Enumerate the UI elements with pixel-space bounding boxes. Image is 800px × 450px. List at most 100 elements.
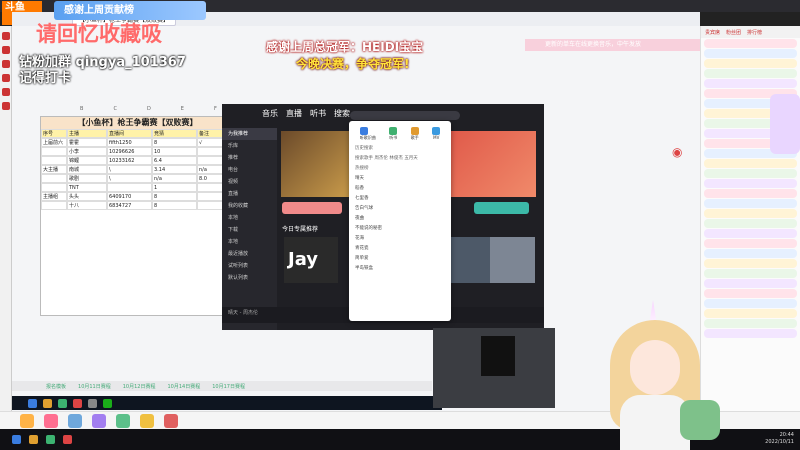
- book-icon[interactable]: [389, 127, 398, 135]
- tool-icon[interactable]: [2, 102, 10, 110]
- chat-tab[interactable]: 粉丝团: [726, 29, 741, 36]
- app-icon[interactable]: [88, 398, 97, 408]
- history-tag[interactable]: 五月天: [404, 156, 418, 161]
- sheet-tab[interactable]: 报名模板: [42, 382, 70, 391]
- sheet-cell[interactable]: 10233162: [107, 156, 152, 165]
- sidebar-item[interactable]: 视频: [222, 176, 277, 188]
- hot-item[interactable]: 告白气球: [349, 203, 451, 213]
- sidebar-item[interactable]: 为我推荐: [222, 128, 277, 140]
- sheet-cell[interactable]: 主播: [67, 129, 107, 138]
- chat-tab[interactable]: 排行榜: [747, 29, 762, 36]
- sheet-cell[interactable]: 头头: [67, 192, 107, 201]
- sheet-cell[interactable]: 十八: [67, 201, 107, 210]
- banner-image[interactable]: [450, 131, 536, 197]
- sheet-cell[interactable]: 锦鲤: [67, 156, 107, 165]
- sheet-tab[interactable]: 10月11日赛程: [74, 382, 115, 391]
- gift-icon[interactable]: [68, 414, 82, 428]
- hot-item[interactable]: 七里香: [349, 193, 451, 203]
- sheet-cell[interactable]: 3.14: [152, 165, 197, 174]
- sheet-cell[interactable]: 8: [152, 192, 197, 201]
- sheet-cell[interactable]: 上届前六: [41, 138, 67, 147]
- sheet-cell[interactable]: [41, 147, 67, 156]
- sidebar-item[interactable]: 本地: [222, 236, 277, 248]
- tool-icon[interactable]: [2, 60, 10, 68]
- sheet-cell[interactable]: 8: [152, 201, 197, 210]
- sidebar-item[interactable]: 最近播放: [222, 248, 277, 260]
- app-icon[interactable]: [29, 435, 38, 444]
- sidebar-item[interactable]: 本地: [222, 212, 277, 224]
- music-tab[interactable]: 直播: [286, 108, 302, 119]
- hot-item[interactable]: 花海: [349, 233, 451, 243]
- video-icon[interactable]: [432, 127, 441, 135]
- app-icon[interactable]: [73, 398, 82, 408]
- sheet-cell[interactable]: 10: [152, 147, 197, 156]
- music-search-input[interactable]: [350, 111, 460, 120]
- sidebar-item[interactable]: 下载: [222, 224, 277, 236]
- sheet-cell[interactable]: 序号: [41, 129, 67, 138]
- sheet-cell[interactable]: TNT: [67, 183, 107, 192]
- sheet-cell[interactable]: n/a: [152, 174, 197, 183]
- sidebar-item[interactable]: 试听列表: [222, 260, 277, 272]
- sidebar-item[interactable]: 我的收藏: [222, 200, 277, 212]
- tool-icon[interactable]: [2, 46, 10, 54]
- recognize-icon[interactable]: [359, 127, 368, 135]
- gift-icon[interactable]: [20, 414, 34, 428]
- gift-icon[interactable]: [164, 414, 178, 428]
- hot-item[interactable]: 简单爱: [349, 253, 451, 263]
- app-icon[interactable]: [63, 435, 72, 444]
- hot-item[interactable]: 不能说的秘密: [349, 223, 451, 233]
- sheet-cell[interactable]: [41, 201, 67, 210]
- start-icon[interactable]: [12, 435, 21, 444]
- tool-icon[interactable]: [2, 32, 10, 40]
- history-tag[interactable]: 周杰伦: [374, 156, 388, 161]
- playlist-thumb[interactable]: [451, 237, 491, 283]
- sheet-cell[interactable]: 主播组: [41, 192, 67, 201]
- sidebar-item[interactable]: 乐库: [222, 140, 277, 152]
- sheet-cell[interactable]: [107, 183, 152, 192]
- sheet-cell[interactable]: 小李: [67, 147, 107, 156]
- tool-icon[interactable]: [2, 74, 10, 82]
- hot-item[interactable]: 半岛铁盒: [349, 263, 451, 273]
- app-icon[interactable]: [103, 398, 112, 408]
- category-button[interactable]: [474, 202, 529, 214]
- sheet-cell[interactable]: 1: [152, 183, 197, 192]
- sheet-cell[interactable]: 大主播: [41, 165, 67, 174]
- promo-banner[interactable]: [770, 94, 800, 154]
- sheet-cell[interactable]: 竞猜: [152, 129, 197, 138]
- sheet-cell[interactable]: [41, 174, 67, 183]
- gift-icon[interactable]: [116, 414, 130, 428]
- hot-item[interactable]: 青花瓷: [349, 243, 451, 253]
- chat-tab[interactable]: 贵宾席: [705, 29, 720, 36]
- sheet-cell[interactable]: [41, 156, 67, 165]
- app-icon[interactable]: [58, 398, 67, 408]
- app-icon[interactable]: [43, 398, 52, 408]
- sheet-cell[interactable]: [41, 183, 67, 192]
- sidebar-item[interactable]: 推荐: [222, 152, 277, 164]
- banner-image[interactable]: [281, 131, 349, 197]
- sheet-cell[interactable]: \: [107, 174, 152, 183]
- sheet-cell[interactable]: 6.4: [152, 156, 197, 165]
- sheet-cell[interactable]: 6834727: [107, 201, 152, 210]
- sheet-cell[interactable]: 6409170: [107, 192, 152, 201]
- sheet-cell[interactable]: fifth1250: [107, 138, 152, 147]
- history-tag[interactable]: 林俊杰: [389, 156, 403, 161]
- gift-icon[interactable]: [92, 414, 106, 428]
- app-icon[interactable]: [28, 398, 37, 408]
- playlist-thumb[interactable]: [490, 237, 535, 283]
- tool-icon[interactable]: [2, 88, 10, 96]
- hot-item[interactable]: 稻香: [349, 183, 451, 193]
- sidebar-item[interactable]: 电台: [222, 164, 277, 176]
- gift-icon[interactable]: [140, 414, 154, 428]
- sheet-cell[interactable]: 歌剧: [67, 174, 107, 183]
- playlist-thumb[interactable]: Jay: [284, 237, 338, 283]
- sheet-cell[interactable]: 8: [152, 138, 197, 147]
- sheet-cell[interactable]: \: [107, 165, 152, 174]
- gift-icon[interactable]: [44, 414, 58, 428]
- sheet-tab[interactable]: 10月14日赛程: [163, 382, 204, 391]
- sheet-tab[interactable]: 10月17日赛程: [208, 382, 249, 391]
- sidebar-item[interactable]: 默认列表: [222, 272, 277, 284]
- music-tab[interactable]: 听书: [310, 108, 326, 119]
- music-tab[interactable]: 搜索: [334, 108, 350, 119]
- hot-item[interactable]: 夜曲: [349, 213, 451, 223]
- singer-icon[interactable]: [410, 127, 419, 135]
